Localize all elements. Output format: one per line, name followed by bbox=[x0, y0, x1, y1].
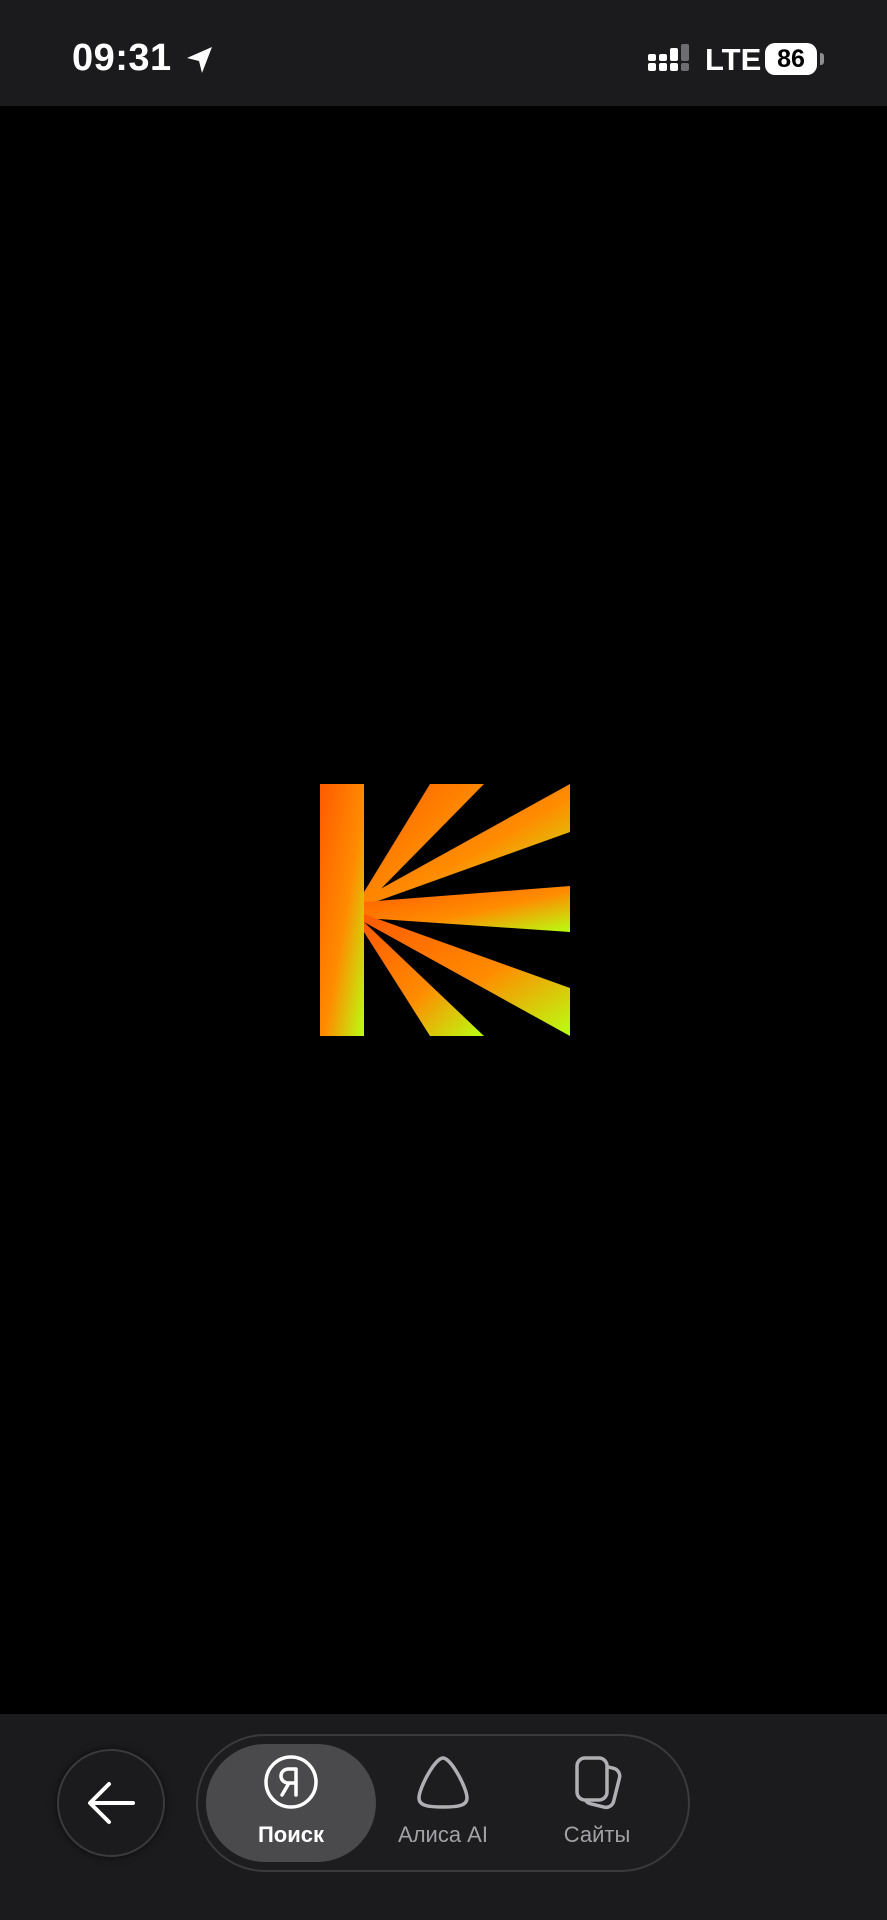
tab-sites[interactable]: Сайты bbox=[512, 1744, 682, 1862]
status-bar: 09:31 LTE 86 bbox=[0, 0, 887, 106]
tab-alice-label: Алиса AI bbox=[398, 1822, 488, 1847]
splash-screen bbox=[0, 106, 887, 1714]
yandex-ya-icon bbox=[264, 1755, 318, 1809]
tab-alice[interactable]: Алиса AI bbox=[358, 1744, 528, 1862]
battery-icon: 86 bbox=[765, 43, 817, 75]
kion-logo bbox=[320, 784, 570, 1036]
arrow-left-icon bbox=[88, 1782, 135, 1824]
battery-level: 86 bbox=[777, 45, 805, 73]
location-arrow-icon bbox=[187, 47, 212, 73]
battery-tip bbox=[820, 53, 824, 65]
tab-search[interactable]: Поиск bbox=[206, 1744, 376, 1862]
back-button[interactable] bbox=[57, 1749, 165, 1857]
tabs-cards-icon bbox=[575, 1756, 622, 1810]
alice-icon bbox=[417, 1756, 469, 1809]
tab-sites-label: Сайты bbox=[563, 1822, 631, 1847]
tab-switcher: Поиск Алиса AI Сайты bbox=[196, 1734, 690, 1872]
network-type-label: LTE bbox=[705, 42, 762, 77]
bottom-navigation-bar: Поиск Алиса AI Сайты bbox=[0, 1714, 887, 1920]
status-time: 09:31 bbox=[72, 37, 172, 79]
tab-search-label: Поиск bbox=[257, 1822, 325, 1847]
cellular-signal-icon bbox=[648, 44, 689, 71]
